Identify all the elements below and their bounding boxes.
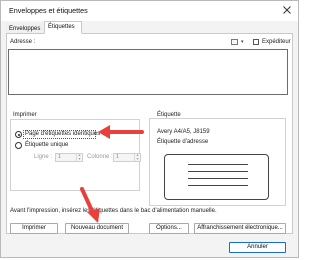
tab-labels[interactable]: Étiquettes [44, 21, 82, 34]
annotation-arrows [80, 125, 144, 223]
arrow-icon [80, 187, 100, 223]
arrow-icon [98, 125, 144, 139]
envelopes-labels-dialog: Enveloppes et étiquettes Enveloppes Étiq… [0, 0, 299, 258]
